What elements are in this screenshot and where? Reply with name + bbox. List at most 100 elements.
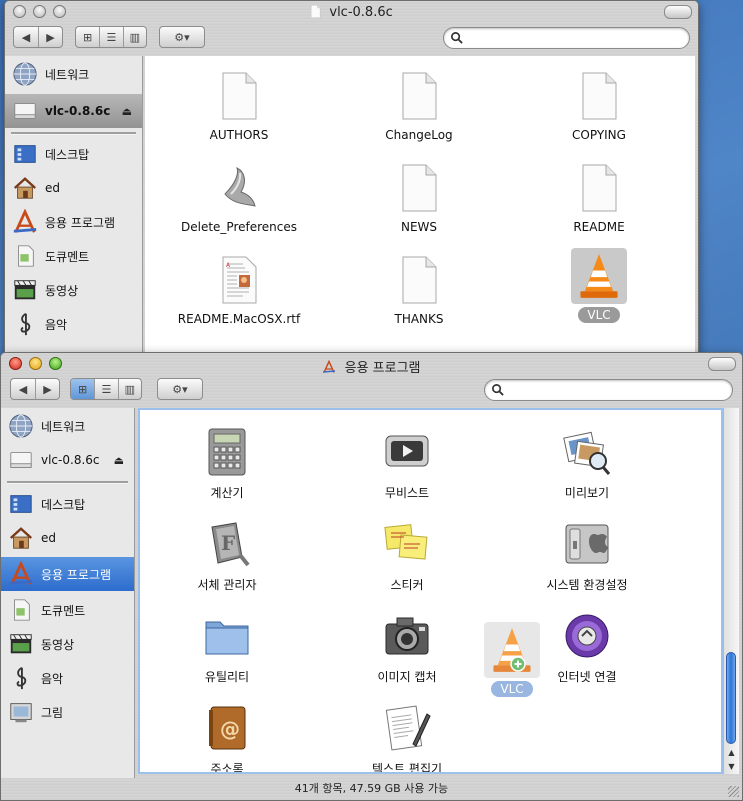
back-forward-buttons[interactable]: ◀ ▶ [13, 26, 63, 48]
title-bar[interactable]: vlc-0.8.6c [5, 1, 698, 23]
app-address-book[interactable]: @ 주소록 [152, 700, 302, 772]
documents-icon [12, 243, 38, 269]
sidebar-item-desktop[interactable]: 데스크탑 [5, 138, 142, 170]
status-text: 41개 항목, 47.59 GB 사용 가능 [294, 782, 449, 795]
file-changelog[interactable]: ChangeLog [344, 68, 494, 142]
document-icon [399, 256, 439, 304]
app-label: 서체 관리자 [197, 578, 257, 592]
app-preview[interactable]: 미리보기 [512, 424, 662, 501]
finder-window-applications: 응용 프로그램 ◀ ▶ ⊞ ☰ ▥ ⚙▾ 네트워크 vlc-0.8.6c ⏏ 데스… [0, 352, 743, 801]
sidebar-item-home[interactable]: ed [1, 522, 134, 554]
toolbar-toggle-button[interactable] [664, 5, 692, 19]
applications-icon [322, 360, 336, 374]
file-delete-preferences[interactable]: Delete_Preferences [164, 160, 314, 234]
app-textedit[interactable]: 텍스트 편집기 [332, 700, 482, 772]
file-readme-macosx-rtf[interactable]: A README.MacOSX.rtf [164, 252, 314, 326]
disk-image-icon [8, 447, 34, 473]
eject-icon[interactable]: ⏏ [122, 105, 132, 118]
file-news[interactable]: NEWS [344, 160, 494, 234]
file-thanks[interactable]: THANKS [344, 252, 494, 326]
sidebar-item-desktop[interactable]: 데스크탑 [1, 488, 134, 520]
app-system-preferences[interactable]: 시스템 환경설정 [512, 516, 662, 593]
sidebar-item-applications[interactable]: 응용 프로그램 [1, 557, 134, 591]
file-label: COPYING [572, 128, 626, 142]
app-label: 무비스트 [384, 486, 430, 500]
app-utilities-folder[interactable]: 유틸리티 [152, 608, 302, 685]
search-icon [450, 31, 463, 44]
list-view-icon[interactable]: ☰ [99, 27, 122, 47]
file-copying[interactable]: COPYING [524, 68, 674, 142]
app-font-book[interactable]: F 서체 관리자 [152, 516, 302, 593]
app-label: 스티커 [390, 578, 424, 592]
sidebar-item-label: 도큐멘트 [45, 249, 90, 264]
search-field[interactable] [484, 379, 733, 401]
sidebar-item-network[interactable]: 네트워크 [5, 58, 142, 90]
sidebar-item-label: 네트워크 [41, 419, 86, 434]
app-stickies[interactable]: 스티커 [332, 516, 482, 593]
app-calculator[interactable]: 계산기 [152, 424, 302, 501]
list-view-icon[interactable]: ☰ [94, 379, 117, 399]
forward-arrow-icon[interactable]: ▶ [34, 379, 59, 399]
icon-view-icon[interactable]: ⊞ [76, 27, 99, 47]
applications-icon [12, 209, 38, 235]
svg-text:@: @ [220, 717, 240, 741]
file-label: Delete_Preferences [180, 220, 297, 234]
sidebar-item-label: 음악 [41, 671, 64, 686]
column-view-icon[interactable]: ▥ [122, 27, 146, 47]
utilities-folder-icon [205, 621, 249, 655]
eject-icon[interactable]: ⏏ [114, 454, 124, 467]
scrollbar-thumb[interactable] [726, 652, 736, 744]
back-arrow-icon[interactable]: ◀ [11, 379, 35, 399]
icon-view-icon[interactable]: ⊞ [71, 379, 95, 399]
file-vlc-app[interactable]: VLC [524, 248, 674, 323]
sidebar-item-music[interactable]: 음악 [5, 308, 142, 340]
file-readme[interactable]: README [524, 160, 674, 234]
search-field[interactable] [443, 27, 690, 49]
sidebar-item-network[interactable]: 네트워크 [1, 410, 134, 442]
home-icon [12, 175, 38, 201]
resize-grip[interactable] [728, 786, 739, 797]
script-icon [224, 167, 256, 207]
scroll-down-arrow-icon[interactable]: ▼ [724, 760, 739, 774]
sidebar-item-label: 음악 [45, 317, 68, 332]
view-mode-buttons[interactable]: ⊞ ☰ ▥ [70, 378, 142, 400]
sidebar-item-home[interactable]: ed [5, 172, 142, 204]
preview-icon [563, 431, 611, 475]
sidebar-item-movies[interactable]: 동영상 [1, 628, 134, 660]
back-forward-buttons[interactable]: ◀ ▶ [10, 378, 60, 400]
movies-icon [12, 277, 38, 303]
back-arrow-icon[interactable]: ◀ [14, 27, 38, 47]
sidebar-item-label: 네트워크 [45, 67, 90, 82]
action-menu-button[interactable]: ⚙▾ [157, 378, 203, 400]
search-icon [491, 383, 504, 396]
action-menu-button[interactable]: ⚙▾ [159, 26, 205, 48]
vertical-scrollbar[interactable]: ▲ ▼ [723, 408, 739, 774]
app-movist[interactable]: 무비스트 [332, 424, 482, 501]
sidebar-item-documents[interactable]: 도큐멘트 [5, 240, 142, 272]
toolbar-toggle-button[interactable] [708, 357, 736, 371]
view-mode-buttons[interactable]: ⊞ ☰ ▥ [75, 26, 147, 48]
sidebar-item-pictures[interactable]: 그림 [1, 696, 134, 728]
sidebar: 네트워크 vlc-0.8.6c ⏏ 데스크탑 ed 응용 프로그램 도큐멘트 동영… [1, 408, 135, 778]
sidebar-item-music[interactable]: 음악 [1, 662, 134, 694]
scroll-up-arrow-icon[interactable]: ▲ [724, 746, 739, 760]
forward-arrow-icon[interactable]: ▶ [37, 27, 62, 47]
sidebar-item-documents[interactable]: 도큐멘트 [1, 594, 134, 626]
app-label: 인터넷 연결 [557, 670, 617, 684]
sidebar-item-movies[interactable]: 동영상 [5, 274, 142, 306]
sidebar-item-vlc-disk[interactable]: vlc-0.8.6c ⏏ [1, 444, 134, 476]
home-icon [8, 525, 34, 551]
app-label: 유틸리티 [204, 670, 250, 684]
file-label: AUTHORS [209, 128, 269, 142]
file-authors[interactable]: AUTHORS [164, 68, 314, 142]
title-bar[interactable]: 응용 프로그램 [1, 353, 742, 376]
app-label: 계산기 [210, 486, 244, 500]
sidebar-item-vlc-disk[interactable]: vlc-0.8.6c ⏏ [5, 94, 142, 128]
sidebar-item-label: 응용 프로그램 [45, 215, 116, 230]
sidebar-item-label: vlc-0.8.6c [41, 453, 100, 467]
app-internet-connect[interactable]: 인터넷 연결 [512, 608, 662, 685]
svg-text:F: F [221, 531, 235, 555]
sidebar-item-applications[interactable]: 응용 프로그램 [5, 206, 142, 238]
music-icon [8, 665, 34, 691]
column-view-icon[interactable]: ▥ [117, 379, 141, 399]
